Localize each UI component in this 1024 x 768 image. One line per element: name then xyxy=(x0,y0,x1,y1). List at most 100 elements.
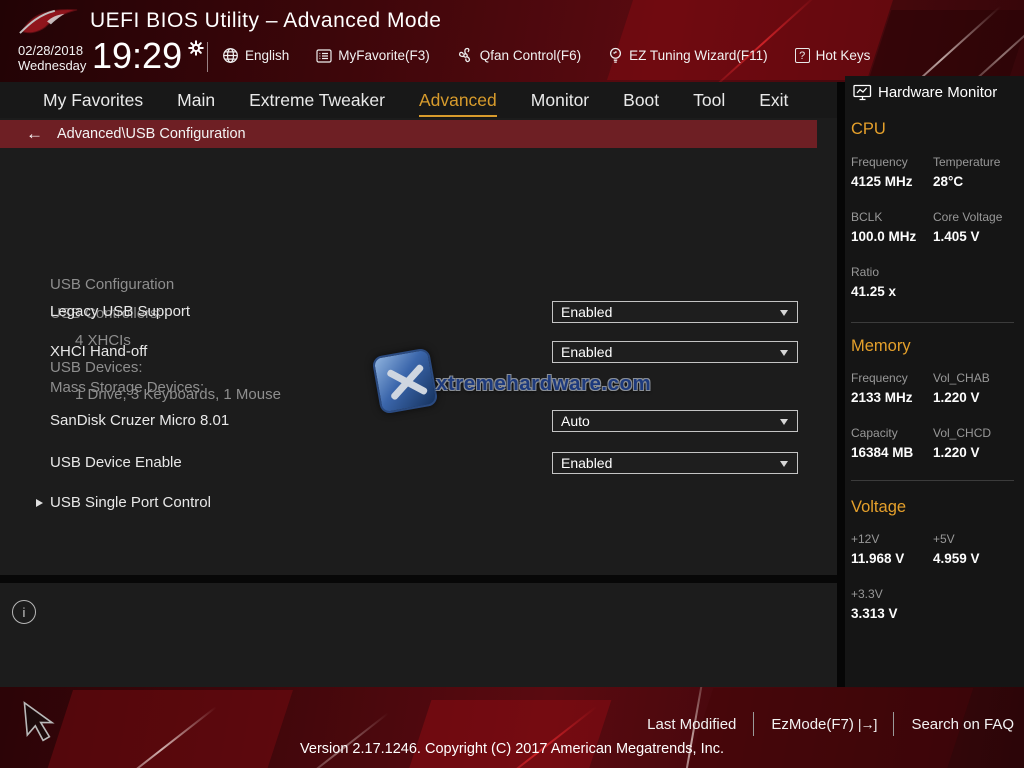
main-menu: My Favorites Main Extreme Tweaker Advanc… xyxy=(0,82,845,118)
lightbulb-icon xyxy=(610,47,622,63)
legacy-usb-support-value: Enabled xyxy=(561,304,613,320)
language-button[interactable]: English xyxy=(222,47,289,64)
tab-monitor[interactable]: Monitor xyxy=(531,90,589,111)
usb-device-enable-label: USB Device Enable xyxy=(50,454,182,471)
question-icon: ? xyxy=(794,48,810,63)
myfavorite-label: MyFavorite(F3) xyxy=(338,48,430,63)
usb-configuration-heading: USB Configuration xyxy=(50,276,175,293)
globe-icon xyxy=(223,48,238,63)
cpu-ratio-value: 41.25 x xyxy=(851,284,897,299)
sandisk-value: Auto xyxy=(561,413,590,429)
watermark-x-icon xyxy=(389,363,425,401)
hardware-monitor-title: Hardware Monitor xyxy=(878,84,998,101)
tab-advanced[interactable]: Advanced xyxy=(418,90,497,117)
breadcrumb: ← Advanced\USB Configuration xyxy=(0,120,817,148)
watermark-logo xyxy=(371,347,439,415)
tab-tool[interactable]: Tool xyxy=(693,90,725,111)
cpu-section-title: CPU xyxy=(851,120,886,138)
hardware-monitor-panel: Hardware Monitor CPU Frequency Temperatu… xyxy=(845,76,1024,687)
cpu-ratio-label: Ratio xyxy=(851,265,880,279)
voltage-section-title: Voltage xyxy=(851,498,907,516)
gear-icon[interactable] xyxy=(188,40,204,56)
favorites-list-icon xyxy=(316,48,332,63)
date-value: 02/28/2018 xyxy=(18,43,84,58)
xhci-handoff-label: XHCI Hand-off xyxy=(50,343,148,360)
search-faq-label: Search on FAQ xyxy=(911,715,1014,733)
memory-vol-chcd-value: 1.220 V xyxy=(933,445,980,460)
xhci-handoff-select[interactable]: Enabled xyxy=(552,341,798,363)
footer-actions: Last Modified EzMode(F7) |→] Search on F… xyxy=(647,710,1014,738)
usb-device-enable-value: Enabled xyxy=(561,455,613,471)
footer-divider xyxy=(753,712,755,736)
breadcrumb-path: Advanced\USB Configuration xyxy=(57,126,246,142)
voltage-5v-value: 4.959 V xyxy=(933,551,980,566)
back-arrow-icon[interactable]: ← xyxy=(26,124,43,144)
monitor-icon xyxy=(853,84,872,101)
cpu-core-voltage-value: 1.405 V xyxy=(933,229,980,244)
tab-exit[interactable]: Exit xyxy=(759,90,788,111)
cpu-frequency-label: Frequency xyxy=(851,155,908,169)
cpu-frequency-value: 4125 MHz xyxy=(851,174,913,189)
bios-screen: UEFI BIOS Utility – Advanced Mode 02/28/… xyxy=(0,0,1024,768)
usb-device-enable-select[interactable]: Enabled xyxy=(552,452,798,474)
chevron-down-icon xyxy=(780,310,788,316)
title-bar: UEFI BIOS Utility – Advanced Mode xyxy=(0,0,1024,40)
cpu-temperature-value: 28°C xyxy=(933,174,964,189)
memory-section-title: Memory xyxy=(851,337,911,355)
ezmode-label: EzMode(F7) xyxy=(771,715,854,733)
hardware-monitor-header: Hardware Monitor xyxy=(853,84,997,101)
memory-vol-chab-value: 1.220 V xyxy=(933,390,980,405)
header-divider xyxy=(207,42,208,72)
tab-extreme-tweaker[interactable]: Extreme Tweaker xyxy=(249,90,385,111)
time-display: 19:29 xyxy=(92,35,183,76)
voltage-5v-label: +5V xyxy=(933,532,955,546)
usb-devices-label: USB Devices: xyxy=(50,359,143,376)
ezmode-button[interactable]: EzMode(F7) |→] xyxy=(771,715,877,733)
ez-tuning-wizard-button[interactable]: EZ Tuning Wizard(F11) xyxy=(608,47,768,64)
last-modified-button[interactable]: Last Modified xyxy=(647,716,736,733)
myfavorite-button[interactable]: MyFavorite(F3) xyxy=(316,48,430,63)
watermark-text: xtremehardware.com xyxy=(436,372,652,395)
hot-keys-label: Hot Keys xyxy=(815,48,871,63)
info-glyph: i xyxy=(22,604,26,620)
search-on-faq-button[interactable]: Search on FAQ xyxy=(911,716,1014,733)
submenu-arrow-icon xyxy=(36,499,43,507)
fan-icon xyxy=(458,47,470,63)
ez-tuning-label: EZ Tuning Wizard(F11) xyxy=(629,48,768,63)
qfan-control-button[interactable]: Qfan Control(F6) xyxy=(457,47,581,64)
tab-main[interactable]: Main xyxy=(177,90,215,111)
chevron-down-icon xyxy=(780,461,788,467)
cpu-bclk-label: BCLK xyxy=(851,210,883,224)
memory-frequency-label: Frequency xyxy=(851,371,908,385)
usb-single-port-control-item[interactable]: USB Single Port Control xyxy=(50,494,211,511)
hot-keys-button[interactable]: ? Hot Keys xyxy=(794,48,871,63)
monitor-separator xyxy=(851,322,1014,323)
header-shortcuts: English MyFavorite(F3) Qfan Control(F6) … xyxy=(222,47,870,64)
cpu-core-voltage-label: Core Voltage xyxy=(933,210,1003,224)
panel-divider xyxy=(837,82,845,687)
legacy-usb-support-select[interactable]: Enabled xyxy=(552,301,798,323)
cpu-temperature-label: Temperature xyxy=(933,155,1001,169)
voltage-12v-value: 11.968 V xyxy=(851,551,905,566)
memory-frequency-value: 2133 MHz xyxy=(851,390,913,405)
chevron-down-icon xyxy=(780,419,788,425)
mass-storage-label: Mass Storage Devices: xyxy=(50,379,205,396)
memory-vol-chcd-label: Vol_CHCD xyxy=(933,426,992,440)
xhci-handoff-value: Enabled xyxy=(561,344,613,360)
sandisk-select[interactable]: Auto xyxy=(552,410,798,432)
cpu-bclk-value: 100.0 MHz xyxy=(851,229,917,244)
voltage-3v3-label: +3.3V xyxy=(851,587,883,601)
tab-boot[interactable]: Boot xyxy=(623,90,659,111)
tab-my-favorites[interactable]: My Favorites xyxy=(43,90,143,111)
rog-logo-icon xyxy=(19,9,78,34)
weekday-value: Wednesday xyxy=(18,58,87,73)
language-label: English xyxy=(245,48,290,63)
mouse-cursor-icon xyxy=(23,701,55,742)
voltage-3v3-value: 3.313 V xyxy=(851,606,898,621)
legacy-usb-support-label: Legacy USB Support xyxy=(50,303,191,320)
app-title: UEFI BIOS Utility – Advanced Mode xyxy=(90,9,442,32)
qfan-label: Qfan Control(F6) xyxy=(479,48,582,63)
info-icon: i xyxy=(12,600,36,624)
memory-capacity-label: Capacity xyxy=(851,426,898,440)
version-text: Version 2.17.1246. Copyright (C) 2017 Am… xyxy=(300,741,724,757)
